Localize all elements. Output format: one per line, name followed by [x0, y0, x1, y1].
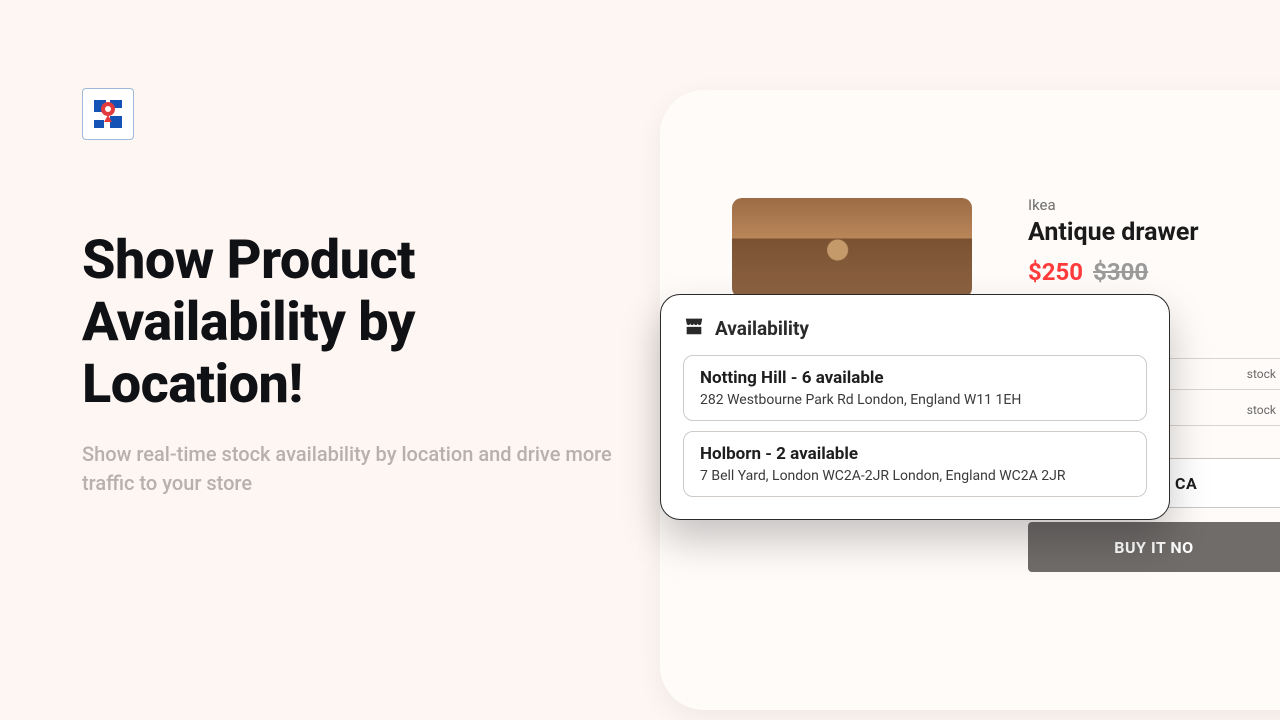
- product-title: Antique drawer: [1028, 218, 1199, 247]
- stock-badge: stock: [1247, 403, 1276, 417]
- price-sale: $250: [1028, 258, 1083, 286]
- hero-title: Show Product Availability by Location!: [82, 230, 622, 416]
- product-brand: Ikea: [1028, 196, 1056, 214]
- map-pin-icon: [88, 94, 128, 134]
- location-item[interactable]: Notting Hill - 6 available 282 Westbourn…: [683, 355, 1147, 421]
- app-logo: [82, 88, 134, 140]
- stock-badge: stock: [1247, 367, 1276, 381]
- price-row: $250 $300: [1028, 258, 1148, 286]
- location-item[interactable]: Holborn - 2 available 7 Bell Yard, Londo…: [683, 431, 1147, 497]
- buy-now-button[interactable]: BUY IT NO: [1028, 522, 1280, 572]
- price-original: $300: [1093, 258, 1148, 286]
- location-name: Notting Hill - 6 available: [700, 368, 1130, 388]
- hero-subtitle: Show real-time stock availability by loc…: [82, 440, 612, 498]
- availability-title: Availability: [715, 317, 809, 340]
- location-address: 7 Bell Yard, London WC2A-2JR London, Eng…: [700, 468, 1130, 484]
- product-image: [732, 198, 972, 298]
- store-icon: [683, 315, 705, 341]
- location-address: 282 Westbourne Park Rd London, England W…: [700, 392, 1130, 408]
- location-name: Holborn - 2 available: [700, 444, 1130, 464]
- availability-card: Availability Notting Hill - 6 available …: [660, 294, 1170, 520]
